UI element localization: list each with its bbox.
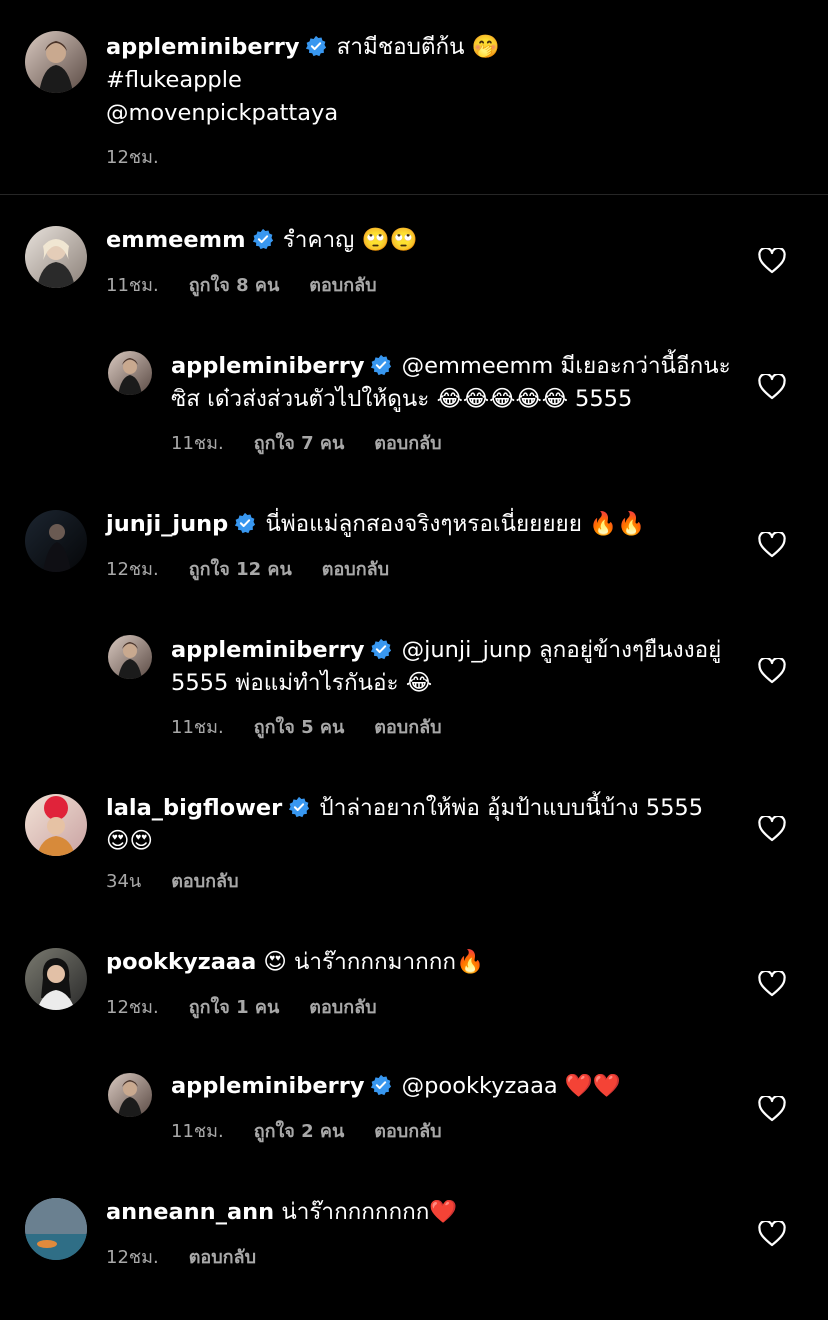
- reply-button[interactable]: ตอบกลับ: [171, 871, 238, 892]
- comment: anneann_ann น่าร๊ากกกกกกก❤️: [106, 1196, 746, 1229]
- username[interactable]: appleminiberry: [106, 34, 299, 60]
- like-heart-icon[interactable]: [758, 248, 786, 274]
- like-heart-icon[interactable]: [758, 1221, 786, 1247]
- avatar[interactable]: [25, 948, 87, 1010]
- comment-text: รำคาญ 🙄🙄: [282, 227, 418, 253]
- username[interactable]: appleminiberry: [171, 637, 364, 663]
- comment-text: @junji_junp ลูกอยู่ข้างๆยืนงงอยู่: [401, 637, 722, 663]
- timestamp: 12ชม.: [106, 147, 159, 168]
- reply-button[interactable]: ตอบกลับ: [309, 275, 376, 296]
- verified-badge-icon: [370, 637, 392, 660]
- like-heart-icon[interactable]: [758, 971, 786, 997]
- like-heart-icon[interactable]: [758, 532, 786, 558]
- comment-text-cont: ซิส เด๋วส่งส่วนตัวไปให้ดูนะ 😂😂😂😂😂 5555: [171, 386, 633, 412]
- reply-button[interactable]: ตอบกลับ: [189, 1247, 256, 1268]
- comment: junji_junp นี่พ่อแม่ลูกสองจริงๆหรอเนี่ยย…: [106, 508, 746, 541]
- caption-text: สามีชอบตีก้น 🤭: [336, 34, 500, 60]
- username[interactable]: appleminiberry: [171, 353, 364, 379]
- likes-count[interactable]: ถูกใจ 2 คน: [254, 1121, 345, 1142]
- hashtag-link[interactable]: #flukeapple: [106, 67, 242, 93]
- likes-count[interactable]: ถูกใจ 8 คน: [189, 275, 280, 296]
- reply-button[interactable]: ตอบกลับ: [322, 559, 389, 580]
- reply-button[interactable]: ตอบกลับ: [309, 997, 376, 1018]
- avatar[interactable]: [25, 510, 87, 572]
- comment-reply: appleminiberry @pookkyzaaa ❤️❤️: [171, 1070, 731, 1103]
- verified-badge-icon: [288, 795, 310, 818]
- reply-button[interactable]: ตอบกลับ: [374, 433, 441, 454]
- comment-text-cont: 5555 พ่อแม่ทำไรกันอ่ะ 😂: [171, 670, 433, 696]
- comment-reply: appleminiberry @junji_junp ลูกอยู่ข้างๆย…: [171, 634, 731, 700]
- reply-button[interactable]: ตอบกลับ: [374, 1121, 441, 1142]
- comment: lala_bigflower ป้าล่าอยากให้พ่อ อุ้มป้าแ…: [106, 792, 746, 858]
- like-heart-icon[interactable]: [758, 1096, 786, 1122]
- comment: emmeemm รำคาญ 🙄🙄: [106, 224, 746, 257]
- comment-text: นี่พ่อแม่ลูกสองจริงๆหรอเนี่ยยยยย 🔥🔥: [265, 511, 646, 537]
- username[interactable]: anneann_ann: [106, 1199, 274, 1225]
- verified-badge-icon: [305, 34, 327, 57]
- comment: pookkyzaaa 😍 น่าร๊ากกกมากกก🔥: [106, 946, 746, 979]
- post-caption: appleminiberry สามีชอบตีก้น 🤭 #flukeappl…: [0, 0, 828, 195]
- avatar[interactable]: [25, 31, 87, 93]
- mention-link[interactable]: @movenpickpattaya: [106, 100, 338, 126]
- username[interactable]: lala_bigflower: [106, 795, 282, 821]
- timestamp: 12ชม.: [106, 559, 159, 580]
- avatar[interactable]: [108, 351, 152, 395]
- timestamp: 34น: [106, 871, 142, 892]
- comment-reply: appleminiberry @emmeemm มีเยอะกว่านี้อีก…: [171, 350, 731, 416]
- avatar[interactable]: [25, 1198, 87, 1260]
- timestamp: 12ชม.: [106, 997, 159, 1018]
- likes-count[interactable]: ถูกใจ 7 คน: [254, 433, 345, 454]
- likes-count[interactable]: ถูกใจ 12 คน: [189, 559, 292, 580]
- avatar[interactable]: [25, 226, 87, 288]
- reply-button[interactable]: ตอบกลับ: [374, 717, 441, 738]
- avatar[interactable]: [108, 1073, 152, 1117]
- avatar[interactable]: [25, 794, 87, 856]
- comment-text: @emmeemm มีเยอะกว่านี้อีกนะ: [401, 353, 731, 379]
- timestamp: 12ชม.: [106, 1247, 159, 1268]
- like-heart-icon[interactable]: [758, 374, 786, 400]
- comment-text: 😍 น่าร๊ากกกมากกก🔥: [263, 949, 484, 975]
- verified-badge-icon: [252, 227, 274, 250]
- like-heart-icon[interactable]: [758, 816, 786, 842]
- username[interactable]: junji_junp: [106, 511, 228, 537]
- likes-count[interactable]: ถูกใจ 1 คน: [189, 997, 280, 1018]
- like-heart-icon[interactable]: [758, 658, 786, 684]
- likes-count[interactable]: ถูกใจ 5 คน: [254, 717, 345, 738]
- timestamp: 11ชม.: [171, 717, 224, 738]
- username[interactable]: appleminiberry: [171, 1073, 364, 1099]
- verified-badge-icon: [370, 1073, 392, 1096]
- comment-text-cont: 😍😍: [106, 828, 153, 854]
- verified-badge-icon: [370, 353, 392, 376]
- timestamp: 11ชม.: [171, 433, 224, 454]
- verified-badge-icon: [234, 511, 256, 534]
- comment-text: น่าร๊ากกกกกกก❤️: [281, 1199, 458, 1225]
- timestamp: 11ชม.: [106, 275, 159, 296]
- avatar[interactable]: [108, 635, 152, 679]
- comment-text: ป้าล่าอยากให้พ่อ อุ้มป้าแบบนี้บ้าง 5555: [319, 795, 704, 821]
- username[interactable]: emmeemm: [106, 227, 246, 253]
- username[interactable]: pookkyzaaa: [106, 949, 256, 975]
- comment-text: @pookkyzaaa ❤️❤️: [401, 1073, 621, 1099]
- timestamp: 11ชม.: [171, 1121, 224, 1142]
